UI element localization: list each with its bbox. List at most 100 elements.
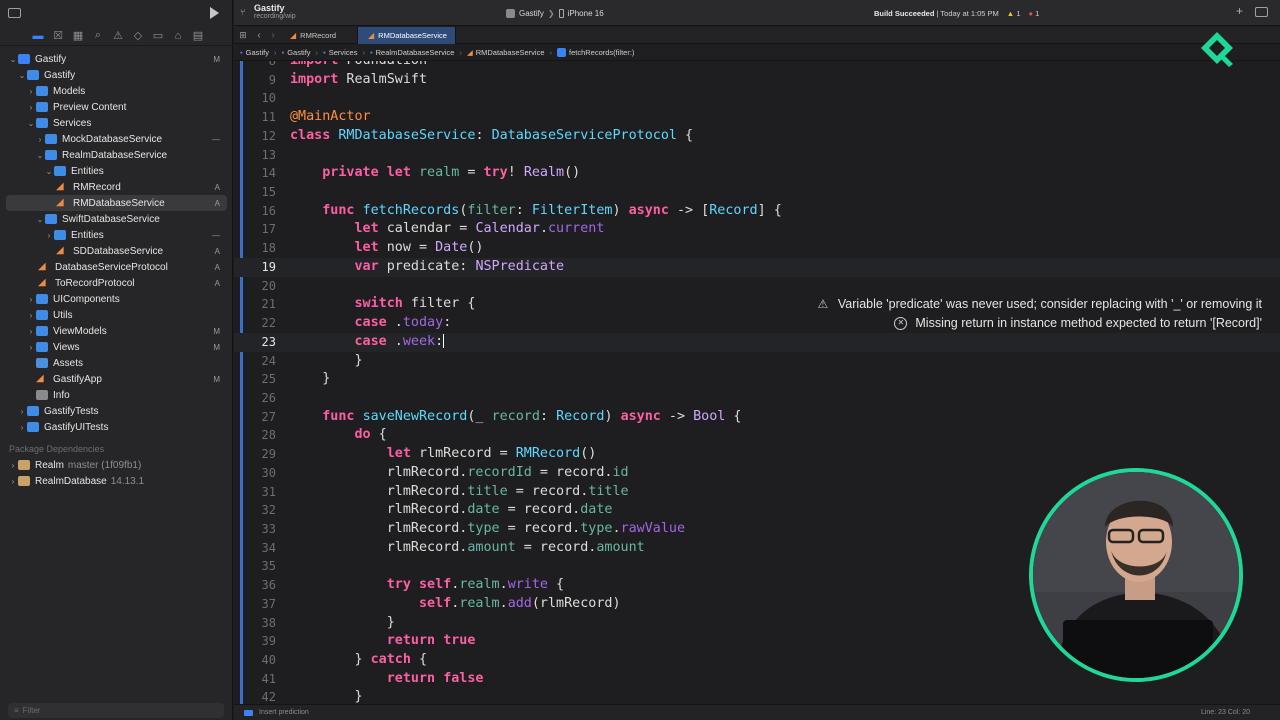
- find-navigator-icon[interactable]: ⌕: [88, 28, 108, 44]
- code-line: 20 ✕ Missing return in instance method ex…: [234, 277, 1280, 330]
- tree-item-file[interactable]: ◢ DatabaseServiceProtocol A: [0, 259, 233, 275]
- scheme-selector[interactable]: Gastify ❯ iPhone 16: [506, 6, 604, 20]
- tree-item-file[interactable]: ◢ RMRecord A: [0, 179, 233, 195]
- code-line: 15: [234, 183, 1280, 202]
- breadcrumb-item[interactable]: Gastify: [287, 48, 310, 57]
- line-number: 27: [261, 409, 276, 424]
- git-status-badge: —: [212, 230, 220, 240]
- swift-file-icon: ◢: [56, 245, 64, 256]
- code-line: 10: [234, 89, 1280, 108]
- window-toolbar: ⑂ Gastify recording/wip Gastify ❯ iPhone…: [210, 0, 1280, 26]
- tree-item-folder[interactable]: › Preview Content: [0, 99, 233, 115]
- tree-item-folder[interactable]: ⌄ Gastify: [0, 67, 233, 83]
- package-item[interactable]: › RealmDatabase 14.13.1: [0, 473, 233, 489]
- breadcrumb-item[interactable]: Services: [329, 48, 358, 57]
- line-number: 28: [261, 428, 276, 443]
- error-icon: ●: [1028, 8, 1034, 18]
- tree-item-folder[interactable]: › Views M: [0, 339, 233, 355]
- folder-icon: [45, 214, 57, 224]
- folder-icon: ▪: [281, 47, 285, 57]
- package-icon: [18, 460, 30, 470]
- warning-count[interactable]: ▲ 1: [1007, 9, 1021, 18]
- tree-item-label: Services: [53, 117, 92, 129]
- tree-item-folder[interactable]: ⌄ Entities: [0, 163, 233, 179]
- tree-item-folder[interactable]: › GastifyTests: [0, 403, 233, 419]
- inspector-toggle-icon[interactable]: [1255, 7, 1268, 17]
- navigator-selector: ▬ ☒ ▦ ⌕ ⚠ ◇ ▭ ⌂ ▤: [0, 26, 232, 46]
- breadcrumb-item[interactable]: Gastify: [246, 48, 269, 57]
- line-number: 19: [261, 259, 276, 274]
- package-version: master (1f09fb1): [67, 459, 142, 471]
- code-line: 8import Foundation: [234, 61, 1280, 71]
- grid-icon[interactable]: ⊞: [234, 30, 252, 41]
- tree-item-plist[interactable]: Info: [0, 387, 233, 403]
- tree-item-folder[interactable]: ⌄ Services: [0, 115, 233, 131]
- breadcrumb-item[interactable]: RMDatabaseService: [476, 48, 545, 57]
- tab-rmdatabaseservice[interactable]: ◢ RMDatabaseService: [358, 26, 456, 44]
- tab-rmrecord[interactable]: ◢ RMRecord: [280, 26, 358, 44]
- asset-catalog-icon: [36, 358, 48, 368]
- project-title: Gastify: [254, 3, 285, 13]
- tree-item-file[interactable]: ◢ GastifyApp M: [0, 371, 233, 387]
- tree-item-folder[interactable]: › ViewModels M: [0, 323, 233, 339]
- git-status-badge: A: [214, 262, 220, 272]
- code-line: 24 }: [234, 352, 1280, 371]
- tree-item-folder[interactable]: › GastifyUITests: [0, 419, 233, 435]
- swift-file-icon: ◢: [466, 47, 473, 57]
- tab-label: RMDatabaseService: [378, 30, 447, 40]
- project-icon: [18, 54, 30, 64]
- line-number: 33: [261, 521, 276, 536]
- tree-item-folder[interactable]: › Entities —: [0, 227, 233, 243]
- breakpoint-navigator-icon[interactable]: ⌂: [168, 28, 188, 44]
- folder-icon: [27, 70, 39, 80]
- tree-item-folder[interactable]: › Utils: [0, 307, 233, 323]
- line-number: 35: [261, 559, 276, 574]
- tree-item-label: Preview Content: [53, 101, 127, 113]
- swift-file-icon: ◢: [38, 261, 46, 272]
- back-icon[interactable]: ‹: [252, 30, 266, 41]
- tree-item-file-selected[interactable]: ◢ RMDatabaseService A: [6, 195, 227, 211]
- tree-item-label: Assets: [53, 357, 84, 369]
- tree-item-folder[interactable]: › UIComponents: [0, 291, 233, 307]
- issue-navigator-icon[interactable]: ⚠: [108, 28, 128, 44]
- source-control-icon[interactable]: ☒: [48, 28, 68, 44]
- code-line: 21 switch filter {: [234, 295, 1280, 314]
- warning-icon: ▲: [1006, 8, 1015, 18]
- package-dependencies-header: Package Dependencies: [9, 444, 105, 454]
- breadcrumb-item[interactable]: RealmDatabaseService: [376, 48, 455, 57]
- package-item[interactable]: › Realm master (1f09fb1): [0, 457, 233, 473]
- git-status-badge: A: [214, 198, 220, 208]
- folder-icon: [27, 406, 39, 416]
- code-line: 13: [234, 146, 1280, 165]
- tree-item-folder[interactable]: › Models: [0, 83, 233, 99]
- report-navigator-icon[interactable]: ▤: [188, 28, 208, 44]
- code-line: 18 let now = Date(): [234, 239, 1280, 258]
- test-navigator-icon[interactable]: ◇: [128, 28, 148, 44]
- error-count[interactable]: ● 1: [1029, 9, 1040, 18]
- swift-file-icon: ◢: [56, 197, 64, 208]
- cursor-position: Line: 23 Col: 20: [1200, 709, 1250, 716]
- line-number: 11: [261, 110, 276, 125]
- tree-item-label: MockDatabaseService: [62, 133, 163, 145]
- forward-icon[interactable]: ›: [266, 30, 280, 41]
- folder-navigator-icon[interactable]: ▬: [28, 28, 48, 44]
- debug-navigator-icon[interactable]: ▭: [148, 28, 168, 44]
- tree-item-file[interactable]: ◢ SDDatabaseService A: [0, 243, 233, 259]
- line-number: 29: [261, 447, 276, 462]
- folder-icon: [36, 102, 48, 112]
- run-button[interactable]: [210, 7, 219, 19]
- add-icon[interactable]: +: [1236, 4, 1243, 18]
- tree-item-folder[interactable]: ⌄ RealmDatabaseService: [0, 147, 233, 163]
- tree-item-assets[interactable]: Assets: [0, 355, 233, 371]
- breadcrumb-item[interactable]: fetchRecords(filter:): [569, 48, 634, 57]
- tree-item-label: RMRecord: [73, 181, 121, 193]
- sidebar-toggle-icon[interactable]: [8, 8, 21, 18]
- symbol-navigator-icon[interactable]: ▦: [68, 28, 88, 44]
- navigator-filter-input[interactable]: ≡ Filter: [8, 703, 224, 718]
- tree-item-project[interactable]: ⌄ Gastify M: [0, 51, 233, 67]
- tree-item-folder[interactable]: › MockDatabaseService —: [0, 131, 233, 147]
- tree-item-folder[interactable]: ⌄ SwiftDatabaseService: [0, 211, 233, 227]
- tree-item-file[interactable]: ◢ ToRecordProtocol A: [0, 275, 233, 291]
- tree-item-label: Entities: [71, 229, 104, 241]
- line-number: 36: [261, 578, 276, 593]
